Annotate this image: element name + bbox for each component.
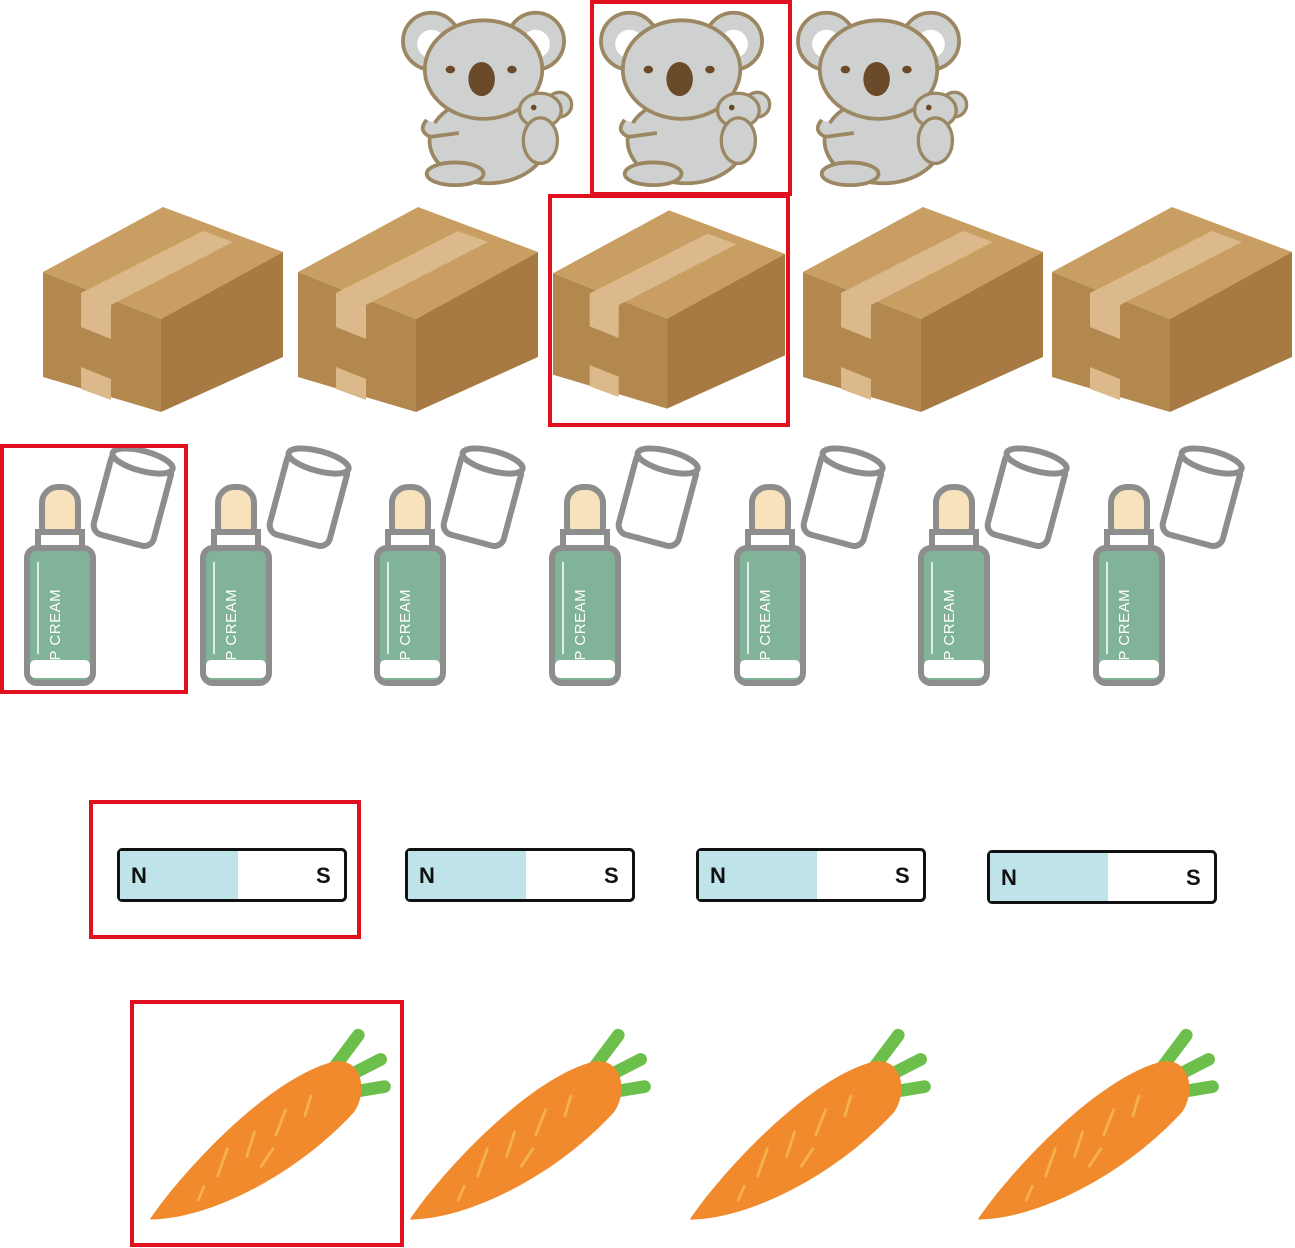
cardboard-box-icon <box>43 207 283 412</box>
carrot-icon <box>680 1020 942 1225</box>
magnet-south-label: S <box>895 863 910 888</box>
bar-magnet: N S <box>696 848 926 902</box>
lip-cream-label: LIP CREAM <box>757 589 774 674</box>
magnet-north-label: N <box>710 863 726 888</box>
lip-cream-label: LIP CREAM <box>941 589 958 674</box>
cardboard-box-icon <box>298 207 538 412</box>
lip-cream-icon: LIP CREAM <box>734 442 894 692</box>
carrot-icon <box>968 1020 1230 1225</box>
lip-cream-label: LIP CREAM <box>223 589 240 674</box>
highlight-box-koala <box>590 0 792 196</box>
lip-cream-label: LIP CREAM <box>572 589 589 674</box>
lip-cream-label: LIP CREAM <box>1116 589 1133 674</box>
koala-icon <box>398 8 588 188</box>
highlight-box-magnet <box>89 800 361 939</box>
bar-magnet: N S <box>987 850 1217 904</box>
cardboard-box-icon <box>1052 207 1292 412</box>
magnet-north-label: N <box>1001 865 1017 890</box>
carrot-icon <box>400 1020 662 1225</box>
bar-magnet: N S <box>405 848 635 902</box>
lip-cream-label: LIP CREAM <box>397 589 414 674</box>
magnet-south-label: S <box>604 863 619 888</box>
highlight-box-carrot <box>130 1000 404 1247</box>
lip-cream-icon: LIP CREAM <box>1093 442 1253 692</box>
magnet-south-label: S <box>1186 865 1201 890</box>
lip-cream-icon: LIP CREAM <box>200 442 360 692</box>
koala-icon <box>793 8 983 188</box>
cardboard-box-icon <box>803 207 1043 412</box>
magnet-north-label: N <box>419 863 435 888</box>
lip-cream-icon: LIP CREAM <box>549 442 709 692</box>
lip-cream-icon: LIP CREAM <box>374 442 534 692</box>
highlight-box-cardboard <box>548 194 790 427</box>
lip-cream-icon: LIP CREAM <box>918 442 1078 692</box>
highlight-box-lip-cream <box>0 444 188 694</box>
